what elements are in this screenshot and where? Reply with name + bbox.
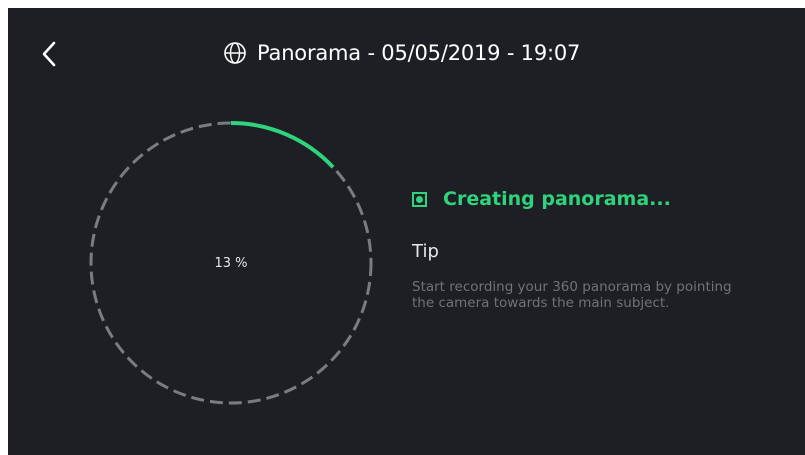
chevron-left-icon [42,41,56,67]
globe-icon [224,42,246,64]
back-button[interactable] [34,36,64,72]
record-indicator-icon [412,191,427,207]
page-title: Panorama - 05/05/2019 - 19:07 [257,41,581,65]
title-bar: Panorama - 05/05/2019 - 19:07 [223,38,580,68]
status-row: Creating panorama... [412,188,671,210]
tip-heading: Tip [412,241,439,262]
tip-body: Start recording your 360 panorama by poi… [412,279,732,311]
panorama-screen: Panorama - 05/05/2019 - 19:07 13 % Creat… [8,8,805,455]
panorama-progress-ring: 13 % [86,118,376,408]
progress-percent: 13 % [214,255,248,271]
status-text: Creating panorama... [443,188,671,210]
